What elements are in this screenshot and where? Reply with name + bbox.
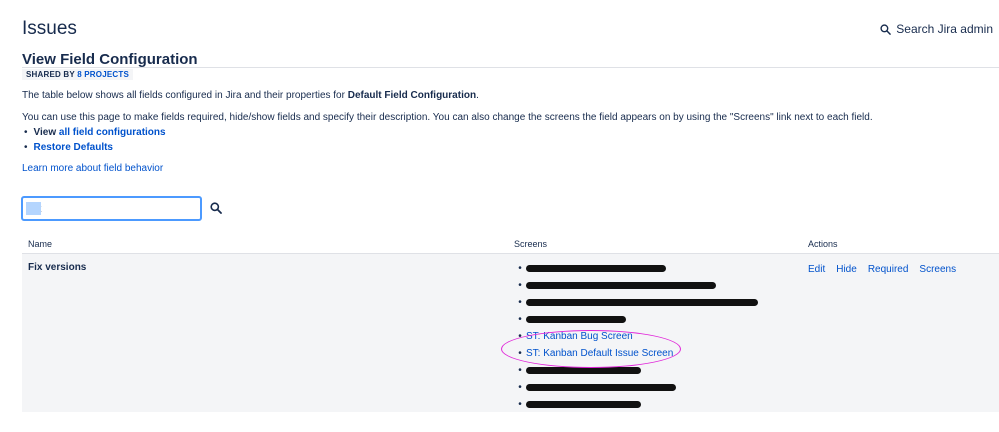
intro-suffix: . <box>476 90 479 101</box>
help-text: You can use this page to make fields req… <box>22 112 873 123</box>
bullet: • <box>518 365 522 376</box>
admin-search-label: Search Jira admin <box>896 22 993 36</box>
bullet: • <box>518 297 522 308</box>
name-column-header: Name <box>28 239 53 249</box>
shared-by-prefix: SHARED BY <box>26 70 78 79</box>
filter-search-button[interactable] <box>209 202 223 216</box>
screen-item: • ST: Kanban Bug Screen <box>514 328 758 345</box>
bullet: • <box>518 280 522 291</box>
screen-item-redacted: • <box>514 294 758 311</box>
bullet: • <box>518 331 522 342</box>
redaction-mark <box>526 316 626 323</box>
screen-item-redacted: • <box>514 379 758 396</box>
screen-item-redacted: • <box>514 311 758 328</box>
redaction-mark <box>526 265 666 272</box>
page: Issues Search Jira admin View Field Conf… <box>0 0 999 432</box>
all-field-configurations-link[interactable]: all field configurations <box>59 127 166 138</box>
hide-field-link[interactable]: Hide <box>836 264 857 275</box>
bullet: • <box>518 314 522 325</box>
bullet: • <box>518 263 522 274</box>
shared-projects-link[interactable]: 8 PROJECTS <box>77 70 129 79</box>
redaction-mark <box>526 299 758 306</box>
search-icon <box>210 202 222 214</box>
intro-prefix: The table below shows all fields configu… <box>22 90 348 101</box>
section-title: View Field Configuration <box>22 51 198 68</box>
redaction-mark <box>526 282 716 289</box>
screen-link-kanban-default-issue[interactable]: ST: Kanban Default Issue Screen <box>526 348 673 359</box>
restore-defaults-item: Restore Defaults <box>22 140 166 155</box>
screens-field-link[interactable]: Screens <box>919 264 956 275</box>
screen-list: • • • • • ST: Kanban Bug Screen • ST: Kanb… <box>514 260 758 413</box>
table-header: Name Screens Actions <box>22 234 999 254</box>
intro-text: The table below shows all fields configu… <box>22 90 479 101</box>
screen-item: • ST: Kanban Default Issue Screen <box>514 345 758 362</box>
view-prefix: View <box>33 127 57 138</box>
restore-defaults-link[interactable]: Restore Defaults <box>34 142 113 153</box>
config-actions-list: View all field configurations Restore De… <box>22 125 166 155</box>
learn-more-link[interactable]: Learn more about field behavior <box>22 163 163 174</box>
bullet: • <box>518 382 522 393</box>
redaction-mark <box>526 401 641 408</box>
bullet: • <box>518 399 522 410</box>
screen-item-redacted: • <box>514 260 758 277</box>
redaction-mark <box>526 367 641 374</box>
field-filter-input[interactable] <box>21 196 202 221</box>
bullet: • <box>518 348 522 359</box>
screens-column-header: Screens <box>514 239 548 249</box>
header-divider <box>22 67 999 68</box>
screen-item-redacted: • <box>514 277 758 294</box>
screen-link-kanban-bug[interactable]: ST: Kanban Bug Screen <box>526 331 633 342</box>
admin-search-link[interactable]: Search Jira admin <box>880 22 993 36</box>
screen-item-redacted: • <box>514 396 758 413</box>
field-table: Name Screens Actions Fix versions • • • … <box>22 234 999 412</box>
field-name: Fix versions <box>28 262 87 273</box>
intro-config-name: Default Field Configuration <box>347 90 477 101</box>
required-field-link[interactable]: Required <box>868 264 909 275</box>
row-actions: Edit Hide Required Screens <box>808 264 956 275</box>
table-row: Fix versions • • • • • ST: Kanban Bug Scr… <box>22 254 999 412</box>
search-icon <box>880 23 892 35</box>
screen-item-redacted: • <box>514 362 758 379</box>
edit-field-link[interactable]: Edit <box>808 264 825 275</box>
redaction-mark <box>526 384 676 391</box>
view-configurations-item: View all field configurations <box>22 125 166 140</box>
shared-by-badge: SHARED BY 8 PROJECTS <box>22 69 133 80</box>
page-title: Issues <box>22 18 77 39</box>
actions-column-header: Actions <box>808 239 838 249</box>
